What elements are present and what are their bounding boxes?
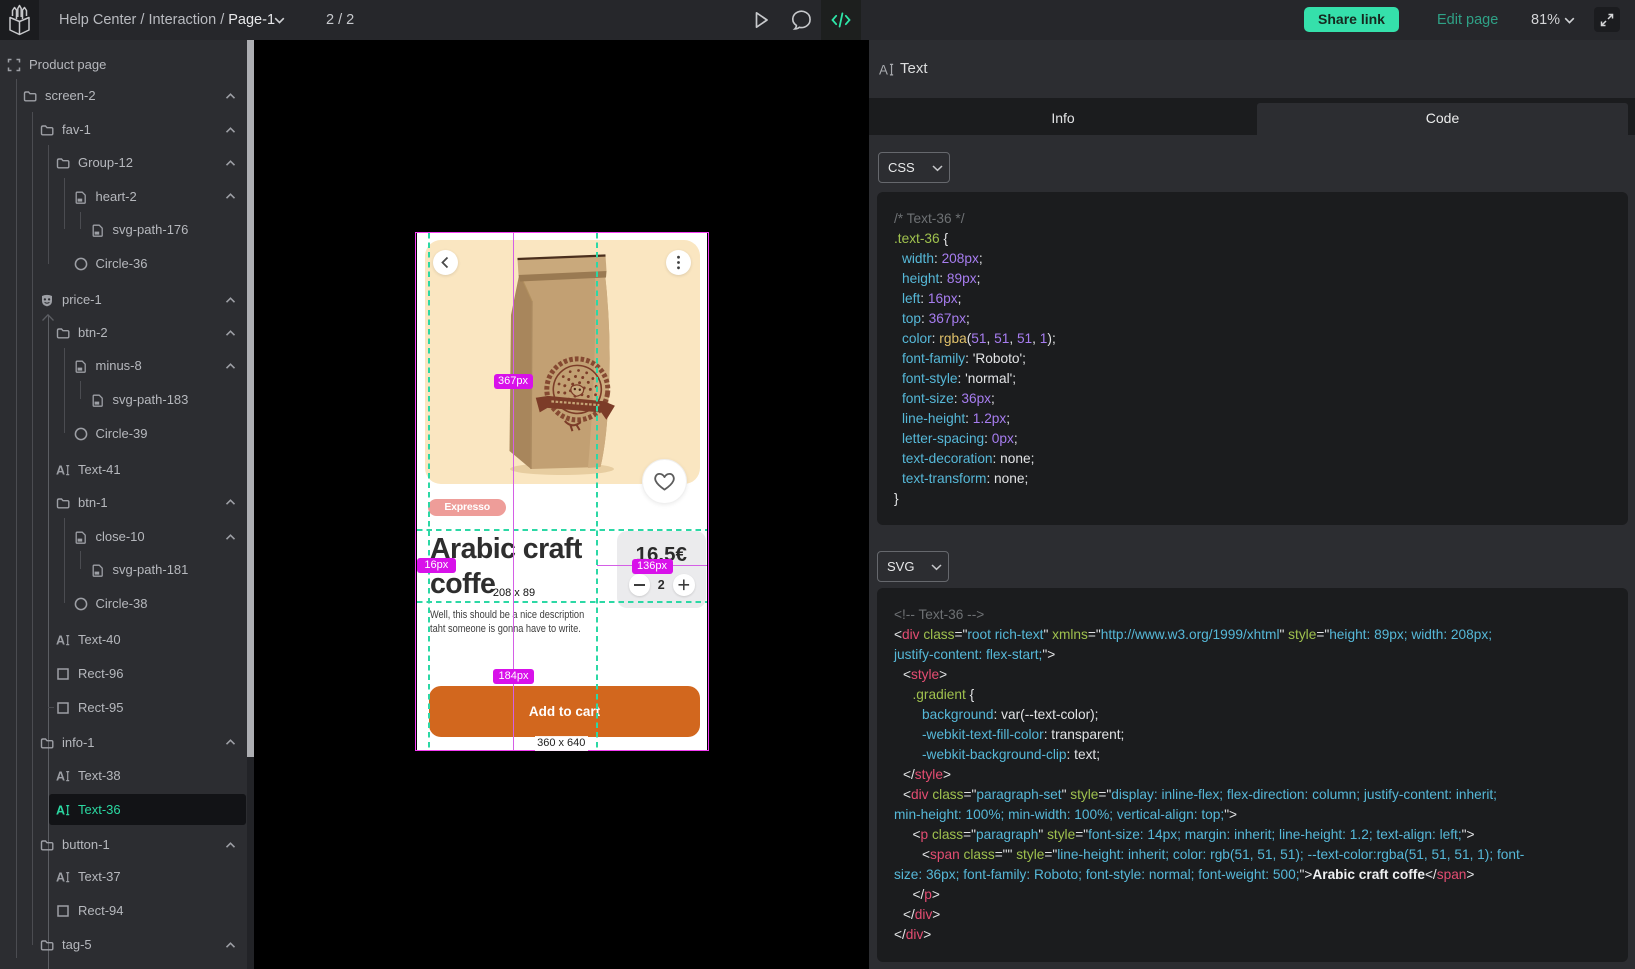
svg-text:A: A xyxy=(879,62,888,77)
svg-text:A: A xyxy=(56,804,65,818)
